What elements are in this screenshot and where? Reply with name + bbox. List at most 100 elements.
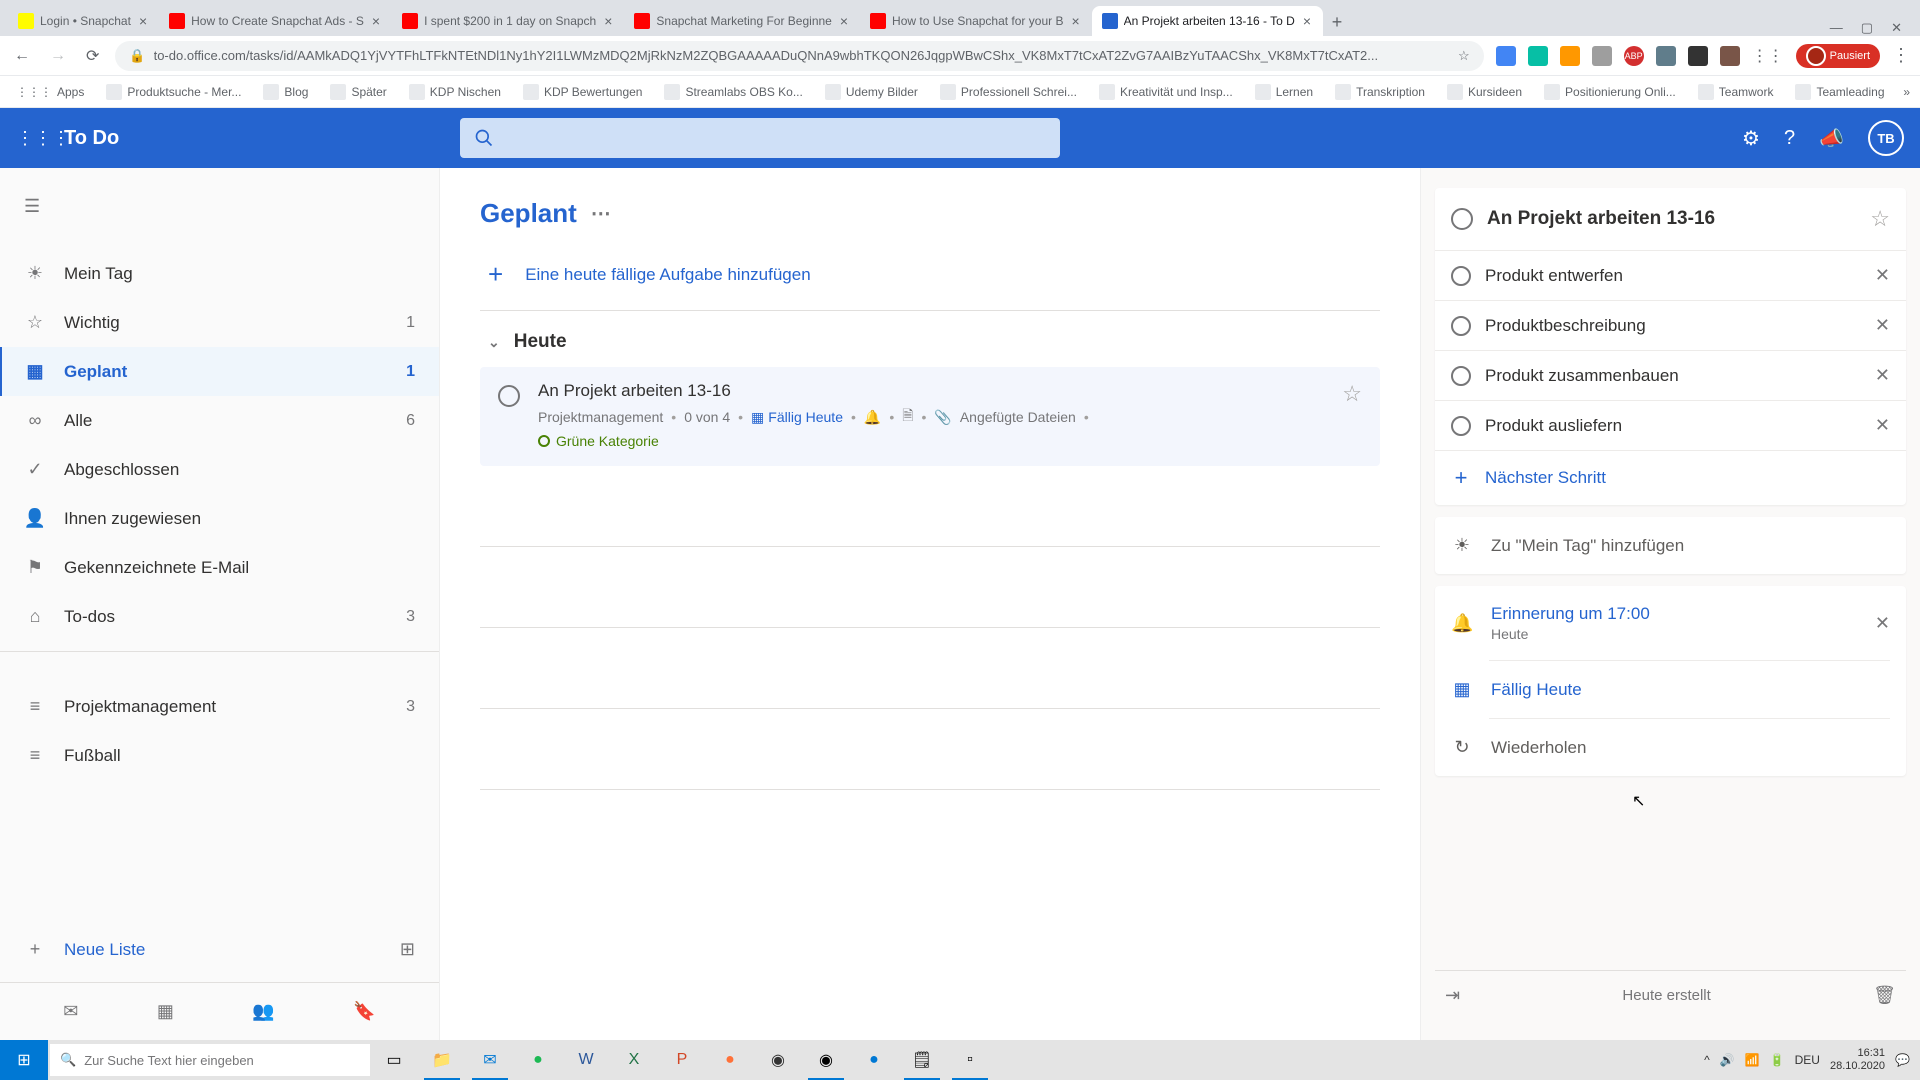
bookmark-item[interactable]: Professionell Schrei... (934, 80, 1083, 104)
complete-circle[interactable] (498, 385, 520, 407)
firefox-icon[interactable]: ● (706, 1040, 754, 1080)
browser-tab[interactable]: How to Use Snapchat for your B× (860, 6, 1092, 36)
volume-icon[interactable]: 🔊 (1720, 1053, 1735, 1067)
calendar-icon[interactable]: ▦ (157, 1001, 174, 1022)
language-indicator[interactable]: DEU (1795, 1053, 1820, 1067)
extension-icon[interactable] (1560, 46, 1580, 66)
bookmark-item[interactable]: KDP Bewertungen (517, 80, 649, 104)
clock[interactable]: 16:31 28.10.2020 (1830, 1047, 1885, 1073)
battery-icon[interactable]: 🔋 (1770, 1053, 1785, 1067)
star-icon[interactable]: ☆ (1870, 206, 1890, 232)
browser-tab[interactable]: I spent $200 in 1 day on Snapch× (392, 6, 624, 36)
mail-icon[interactable]: ✉ (63, 1001, 78, 1022)
close-icon[interactable]: ✕ (1875, 315, 1890, 336)
notepad-icon[interactable]: 🗒 (898, 1040, 946, 1080)
start-button[interactable]: ⊞ (0, 1040, 48, 1080)
tab-close-icon[interactable]: × (1301, 13, 1313, 29)
sidebar-item[interactable]: ⚑Gekennzeichnete E-Mail (0, 543, 439, 592)
repeat-row[interactable]: ↻ Wiederholen (1435, 719, 1906, 776)
powerpoint-icon[interactable]: P (658, 1040, 706, 1080)
minimize-button[interactable]: — (1830, 20, 1843, 36)
people-icon[interactable]: 👥 (252, 1001, 274, 1022)
reminder-row[interactable]: 🔔 Erinnerung um 17:00 Heute ✕ (1435, 586, 1906, 660)
bookmark-item[interactable]: Lernen (1249, 80, 1319, 104)
profile-paused-badge[interactable]: Pausiert (1796, 44, 1880, 68)
bookmarks-overflow[interactable]: » (1903, 85, 1910, 99)
explorer-icon[interactable]: 📁 (418, 1040, 466, 1080)
settings-icon[interactable]: ⚙ (1742, 126, 1760, 151)
step-circle[interactable] (1451, 366, 1471, 386)
add-task-input[interactable]: + Eine heute fällige Aufgabe hinzufügen (480, 239, 1380, 311)
close-icon[interactable]: ✕ (1875, 265, 1890, 286)
app-icon[interactable]: ▫ (946, 1040, 994, 1080)
address-bar[interactable]: 🔒 to-do.office.com/tasks/id/AAMkADQ1YjVY… (115, 41, 1483, 71)
hide-detail-icon[interactable]: ⇥ (1445, 985, 1460, 1006)
step-circle[interactable] (1451, 316, 1471, 336)
browser-tab[interactable]: Snapchat Marketing For Beginne× (624, 6, 860, 36)
sidebar-item[interactable]: ▦Geplant1 (0, 347, 439, 396)
detail-title[interactable]: An Projekt arbeiten 13-16 (1487, 208, 1856, 230)
sidebar-item[interactable]: ⌂To-dos3 (0, 592, 439, 641)
bookmark-item[interactable]: Später (324, 80, 392, 104)
complete-circle[interactable] (1451, 208, 1473, 230)
bookmark-item[interactable]: Kreativität und Insp... (1093, 80, 1239, 104)
sidebar-item[interactable]: 👤Ihnen zugewiesen (0, 494, 439, 543)
extension-icon[interactable] (1592, 46, 1612, 66)
edge-icon[interactable]: ● (850, 1040, 898, 1080)
wifi-icon[interactable]: 📶 (1745, 1053, 1760, 1067)
task-view-icon[interactable]: ▭ (370, 1040, 418, 1080)
avatar[interactable]: TB (1868, 120, 1904, 156)
close-window-button[interactable]: ✕ (1891, 20, 1902, 36)
bookmark-item[interactable]: Positionierung Onli... (1538, 80, 1682, 104)
taskbar-search[interactable]: 🔍 Zur Suche Text hier eingeben (50, 1044, 370, 1076)
step-row[interactable]: Produkt zusammenbauen✕ (1435, 350, 1906, 400)
extensions-menu-icon[interactable]: ⋮⋮ (1752, 46, 1784, 66)
extension-icon[interactable] (1720, 46, 1740, 66)
close-icon[interactable]: ✕ (1875, 365, 1890, 386)
bookmark-item[interactable]: KDP Nischen (403, 80, 507, 104)
back-button[interactable]: ← (10, 43, 34, 69)
tab-close-icon[interactable]: × (370, 13, 382, 29)
extension-icon[interactable] (1656, 46, 1676, 66)
excel-icon[interactable]: X (610, 1040, 658, 1080)
help-icon[interactable]: ? (1784, 127, 1795, 150)
bookmark-item[interactable]: Kursideen (1441, 80, 1528, 104)
megaphone-icon[interactable]: 📣 (1819, 126, 1844, 151)
new-list-button[interactable]: + Neue Liste ⊞ (0, 925, 439, 974)
chrome-icon[interactable]: ◉ (802, 1040, 850, 1080)
bookmark-item[interactable]: ⋮⋮⋮Apps (10, 80, 90, 104)
sidebar-item[interactable]: ☆Wichtig1 (0, 298, 439, 347)
close-icon[interactable]: ✕ (1875, 415, 1890, 436)
attachment-icon[interactable]: 🔖 (353, 1001, 375, 1022)
new-tab-button[interactable]: + (1323, 8, 1351, 36)
step-row[interactable]: Produkt entwerfen✕ (1435, 250, 1906, 300)
notifications-icon[interactable]: 💬 (1895, 1053, 1910, 1067)
tab-close-icon[interactable]: × (838, 13, 850, 29)
chrome-menu-icon[interactable]: ⋮ (1892, 45, 1910, 66)
browser-tab[interactable]: An Projekt arbeiten 13-16 - To D× (1092, 6, 1323, 36)
extension-icon[interactable] (1496, 46, 1516, 66)
extension-icon[interactable] (1688, 46, 1708, 66)
sidebar-item[interactable]: ∞Alle6 (0, 396, 439, 445)
sidebar-item[interactable]: ≡Projektmanagement3 (0, 682, 439, 731)
browser-tab[interactable]: How to Create Snapchat Ads - S× (159, 6, 392, 36)
mail-app-icon[interactable]: ✉ (466, 1040, 514, 1080)
maximize-button[interactable]: ▢ (1861, 20, 1873, 36)
sidebar-item[interactable]: ✓Abgeschlossen (0, 445, 439, 494)
obs-icon[interactable]: ◉ (754, 1040, 802, 1080)
spotify-icon[interactable]: ● (514, 1040, 562, 1080)
more-options-icon[interactable]: ⋯ (591, 201, 613, 226)
tab-close-icon[interactable]: × (1069, 13, 1081, 29)
due-date-row[interactable]: ▦ Fällig Heute (1435, 661, 1906, 718)
abp-icon[interactable]: ABP (1624, 46, 1644, 66)
step-circle[interactable] (1451, 266, 1471, 286)
forward-button[interactable]: → (46, 43, 70, 69)
hamburger-icon[interactable]: ☰ (0, 184, 439, 229)
step-row[interactable]: Produkt ausliefern✕ (1435, 400, 1906, 450)
reload-button[interactable]: ⟳ (82, 42, 103, 70)
step-circle[interactable] (1451, 416, 1471, 436)
sidebar-item[interactable]: ≡Fußball (0, 731, 439, 780)
tray-chevron-icon[interactable]: ^ (1704, 1053, 1710, 1067)
bookmark-item[interactable]: Transkription (1329, 80, 1431, 104)
bookmark-item[interactable]: Teamwork (1692, 80, 1780, 104)
